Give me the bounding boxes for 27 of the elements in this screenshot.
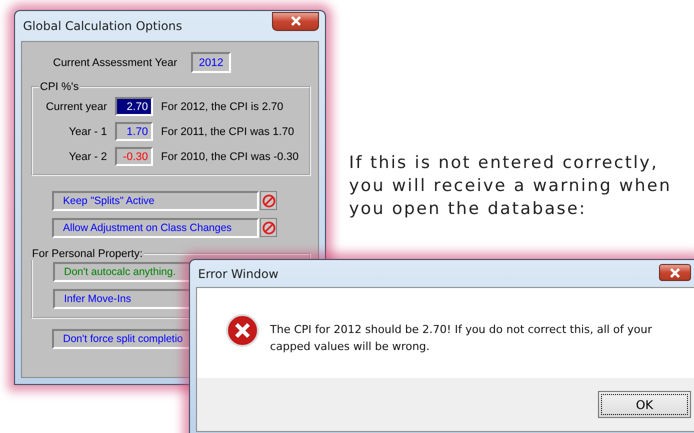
error-message: The CPI for 2012 should be 2.70! If you do not correct this, all of your capped values will be wrong. [270, 322, 654, 355]
row-label: Current year [44, 100, 107, 112]
cpi-note: For 2011, the CPI was 1.70 [161, 126, 296, 138]
prohibited-icon [262, 220, 276, 234]
window-title: Global Calculation Options [22, 19, 182, 33]
cpi-field[interactable]: 2.70 [115, 97, 153, 116]
field-label: Current Assessment Year [53, 56, 178, 68]
option-field[interactable]: Keep "Splits" Active [52, 191, 259, 211]
ok-button[interactable]: OK [598, 391, 691, 418]
row-label: Year - 1 [68, 126, 107, 138]
prohibited-icon [262, 194, 276, 208]
cpi-note: For 2010, the CPI was -0.30 [161, 150, 300, 162]
close-icon [669, 268, 681, 278]
error-icon [226, 314, 259, 347]
row-label: Year - 2 [68, 150, 107, 162]
prohibited-button[interactable] [260, 191, 277, 210]
close-icon [290, 16, 302, 26]
group-title: For Personal Property: [31, 248, 144, 260]
group-title: CPI %'s [39, 81, 80, 93]
cpi-note: For 2012, the CPI is 2.70 [161, 100, 284, 112]
close-button[interactable] [659, 264, 691, 281]
prohibited-button[interactable] [260, 218, 277, 237]
cpi-field[interactable]: 1.70 [115, 122, 153, 141]
close-button[interactable] [272, 12, 319, 30]
year-field[interactable]: 2012 [191, 52, 232, 73]
instruction-paragraph: If this is not entered correctly, you will receive a warning when you open the database: [349, 152, 672, 221]
option-field[interactable]: Allow Adjustment on Class Changes [52, 218, 259, 238]
